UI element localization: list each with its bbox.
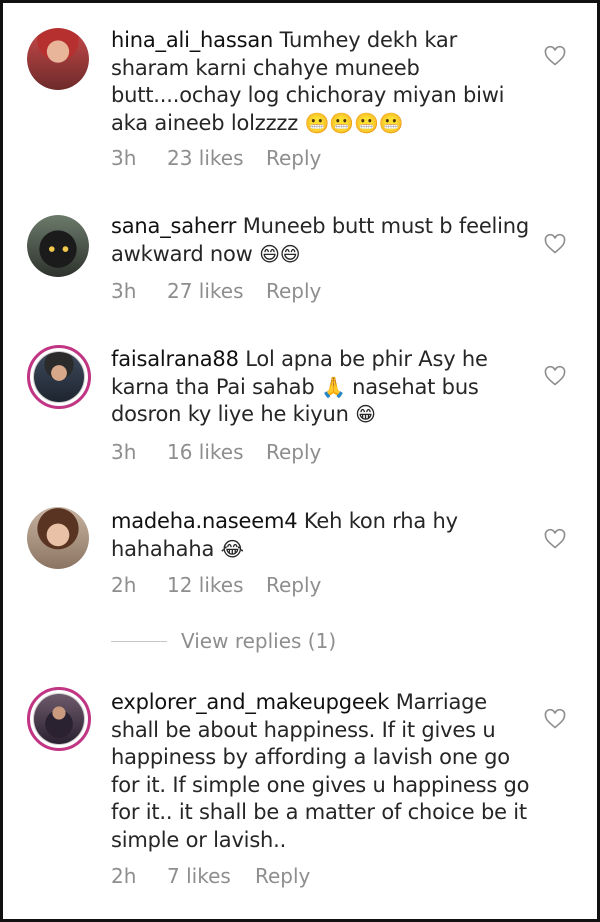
divider: [111, 640, 167, 642]
comment-meta: 3h 27 likes Reply: [111, 279, 321, 303]
comment-text: faisalrana88 Lol apna be phir Asy he kar…: [111, 346, 531, 429]
comment-username[interactable]: madeha.naseem4: [111, 509, 298, 533]
comment-meta: 2h 7 likes Reply: [111, 864, 310, 888]
comment-username[interactable]: hina_ali_hassan: [111, 28, 273, 52]
avatar[interactable]: [27, 28, 89, 90]
avatar[interactable]: [27, 345, 91, 409]
emoji: 🙏: [320, 374, 346, 399]
heart-outline-icon[interactable]: [543, 44, 567, 68]
comment-username[interactable]: sana_saherr: [111, 214, 236, 238]
comment-likes[interactable]: 7 likes: [167, 864, 255, 888]
comment-likes[interactable]: 27 likes: [167, 279, 266, 303]
comment-meta: 2h 12 likes Reply: [111, 573, 321, 597]
reply-button[interactable]: Reply: [266, 573, 321, 597]
reply-button[interactable]: Reply: [266, 279, 321, 303]
comment-body: Marriage shall be about happiness. If it…: [111, 690, 530, 852]
emoji: 😁: [355, 402, 376, 426]
comment-time: 2h: [111, 573, 137, 597]
avatar[interactable]: [27, 687, 91, 751]
comment-time: 3h: [111, 440, 137, 464]
heart-outline-icon[interactable]: [543, 232, 567, 256]
comments-panel: hina_ali_hassan Tumhey dekh kar sharam k…: [0, 0, 600, 922]
comment-meta: 3h 16 likes Reply: [111, 440, 321, 464]
emoji: 😂: [220, 536, 244, 561]
comment-likes[interactable]: 12 likes: [167, 573, 266, 597]
comment-username[interactable]: faisalrana88: [111, 347, 239, 371]
comment-text: sana_saherr Muneeb butt must b feeling a…: [111, 213, 531, 268]
comment-text: explorer_and_makeupgeek Marriage shall b…: [111, 689, 531, 854]
comment-meta: 3h 23 likes Reply: [111, 146, 321, 170]
view-replies-label: View replies (1): [181, 629, 337, 653]
comment-text: madeha.naseem4 Keh kon rha hy hahahaha 😂: [111, 508, 531, 563]
view-replies-button[interactable]: View replies (1): [111, 629, 336, 653]
reply-button[interactable]: Reply: [266, 440, 321, 464]
comment-time: 2h: [111, 864, 137, 888]
comment-username[interactable]: explorer_and_makeupgeek: [111, 690, 389, 714]
avatar[interactable]: [27, 215, 89, 277]
comment-likes[interactable]: 23 likes: [167, 146, 266, 170]
reply-button[interactable]: Reply: [255, 864, 310, 888]
heart-outline-icon[interactable]: [543, 707, 567, 731]
comment-time: 3h: [111, 279, 137, 303]
emoji: 😄😄: [259, 241, 301, 266]
comment-likes[interactable]: 16 likes: [167, 440, 266, 464]
reply-button[interactable]: Reply: [266, 146, 321, 170]
emoji: 😬😬😬😬: [304, 110, 404, 135]
heart-outline-icon[interactable]: [543, 364, 567, 388]
comment-text: hina_ali_hassan Tumhey dekh kar sharam k…: [111, 27, 531, 137]
comment-time: 3h: [111, 146, 137, 170]
heart-outline-icon[interactable]: [543, 527, 567, 551]
avatar[interactable]: [27, 507, 89, 569]
